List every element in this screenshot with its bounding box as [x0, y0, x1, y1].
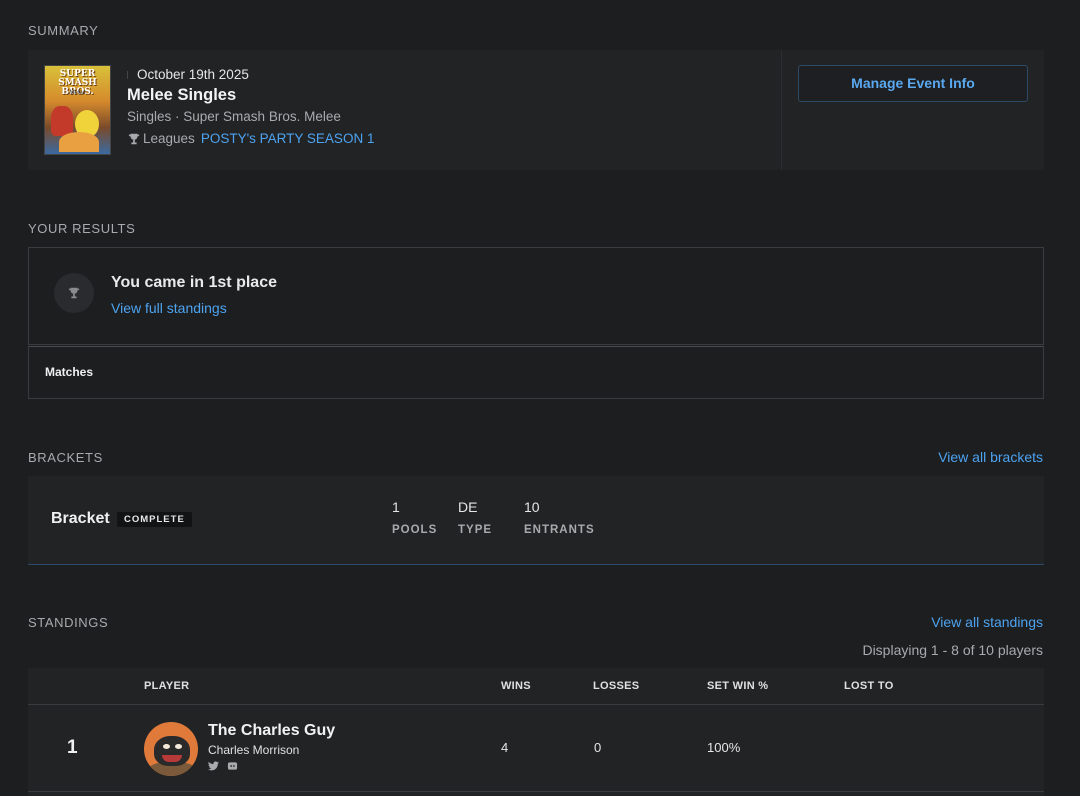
league-link[interactable]: POSTY's PARTY SEASON 1: [201, 131, 375, 146]
matches-label: Matches: [45, 365, 94, 379]
wins-cell: 4: [501, 740, 509, 755]
manage-event-info-button[interactable]: Manage Event Info: [798, 65, 1028, 102]
view-all-brackets-link[interactable]: View all brackets: [938, 449, 1043, 465]
column-lost-to[interactable]: LOST TO: [844, 680, 894, 692]
display-count: Displaying 1 - 8 of 10 players: [862, 642, 1043, 658]
bracket-stat-pools: 1 POOLS: [392, 499, 437, 536]
placement: 1: [67, 737, 78, 758]
stat-label: POOLS: [392, 524, 438, 536]
standings-section-title: STANDINGS: [28, 615, 109, 630]
bracket-name: Bracket: [51, 510, 110, 527]
stat-value: DE: [458, 499, 478, 515]
summary-card: SUPER SMASH BROS. Melee October 19th 202…: [28, 50, 1044, 170]
stat-value: 10: [524, 499, 540, 515]
bracket-card[interactable]: Bracket COMPLETE 1 POOLS DE TYPE 10 ENTR…: [28, 476, 1044, 565]
stat-label: ENTRANTS: [524, 524, 595, 536]
trophy-icon: [68, 287, 80, 299]
player-tag[interactable]: The Charles Guy: [208, 722, 335, 740]
avatar[interactable]: [144, 722, 198, 776]
summary-section-title: SUMMARY: [28, 23, 99, 38]
column-player[interactable]: PLAYER: [144, 680, 189, 692]
game-cover-image: SUPER SMASH BROS. Melee: [44, 65, 111, 155]
stat-label: TYPE: [458, 524, 493, 536]
standings-table: PLAYER WINS LOSSES SET WIN % LOST TO 1 T…: [28, 668, 1044, 796]
stat-value: 1: [392, 499, 400, 515]
view-full-standings-link[interactable]: View full standings: [111, 300, 227, 316]
event-name: Melee Singles: [127, 86, 237, 104]
leagues-label: Leagues: [143, 131, 195, 146]
social-icons: [208, 761, 238, 771]
discord-icon[interactable]: [227, 761, 238, 771]
summary-divider: [781, 50, 782, 170]
leagues-line: Leagues POSTY's PARTY SEASON 1: [127, 131, 374, 146]
event-date: October 19th 2025: [127, 67, 249, 82]
bracket-stat-type: DE TYPE: [458, 499, 492, 536]
column-wins[interactable]: WINS: [501, 680, 531, 692]
calendar-icon: [127, 71, 133, 79]
status-badge: COMPLETE: [117, 512, 192, 527]
event-meta: Singles · Super Smash Bros. Melee: [127, 109, 341, 124]
cover-subtitle: Melee: [69, 90, 86, 96]
results-box: You came in 1st place View full standing…: [28, 247, 1044, 345]
player-name: Charles Morrison: [208, 743, 300, 757]
twitter-icon[interactable]: [208, 761, 219, 771]
event-date-text: October 19th 2025: [137, 67, 249, 82]
losses-cell: 0: [594, 740, 602, 755]
set-win-cell: 100%: [707, 740, 741, 755]
brackets-section-title: BRACKETS: [28, 450, 103, 465]
placement-text: You came in 1st place: [111, 274, 277, 291]
matches-panel[interactable]: Matches: [28, 346, 1044, 399]
results-section-title: YOUR RESULTS: [28, 221, 136, 236]
view-all-standings-link[interactable]: View all standings: [931, 614, 1043, 630]
table-row[interactable]: 1 The Charles Guy Charles Morrison 4 0 1…: [28, 706, 1044, 792]
trophy-icon: [128, 133, 140, 144]
table-header: PLAYER WINS LOSSES SET WIN % LOST TO: [28, 668, 1044, 705]
column-set-win[interactable]: SET WIN %: [707, 680, 768, 692]
trophy-badge: [54, 273, 94, 313]
bracket-stat-entrants: 10 ENTRANTS: [524, 499, 595, 536]
column-losses[interactable]: LOSSES: [593, 680, 639, 692]
